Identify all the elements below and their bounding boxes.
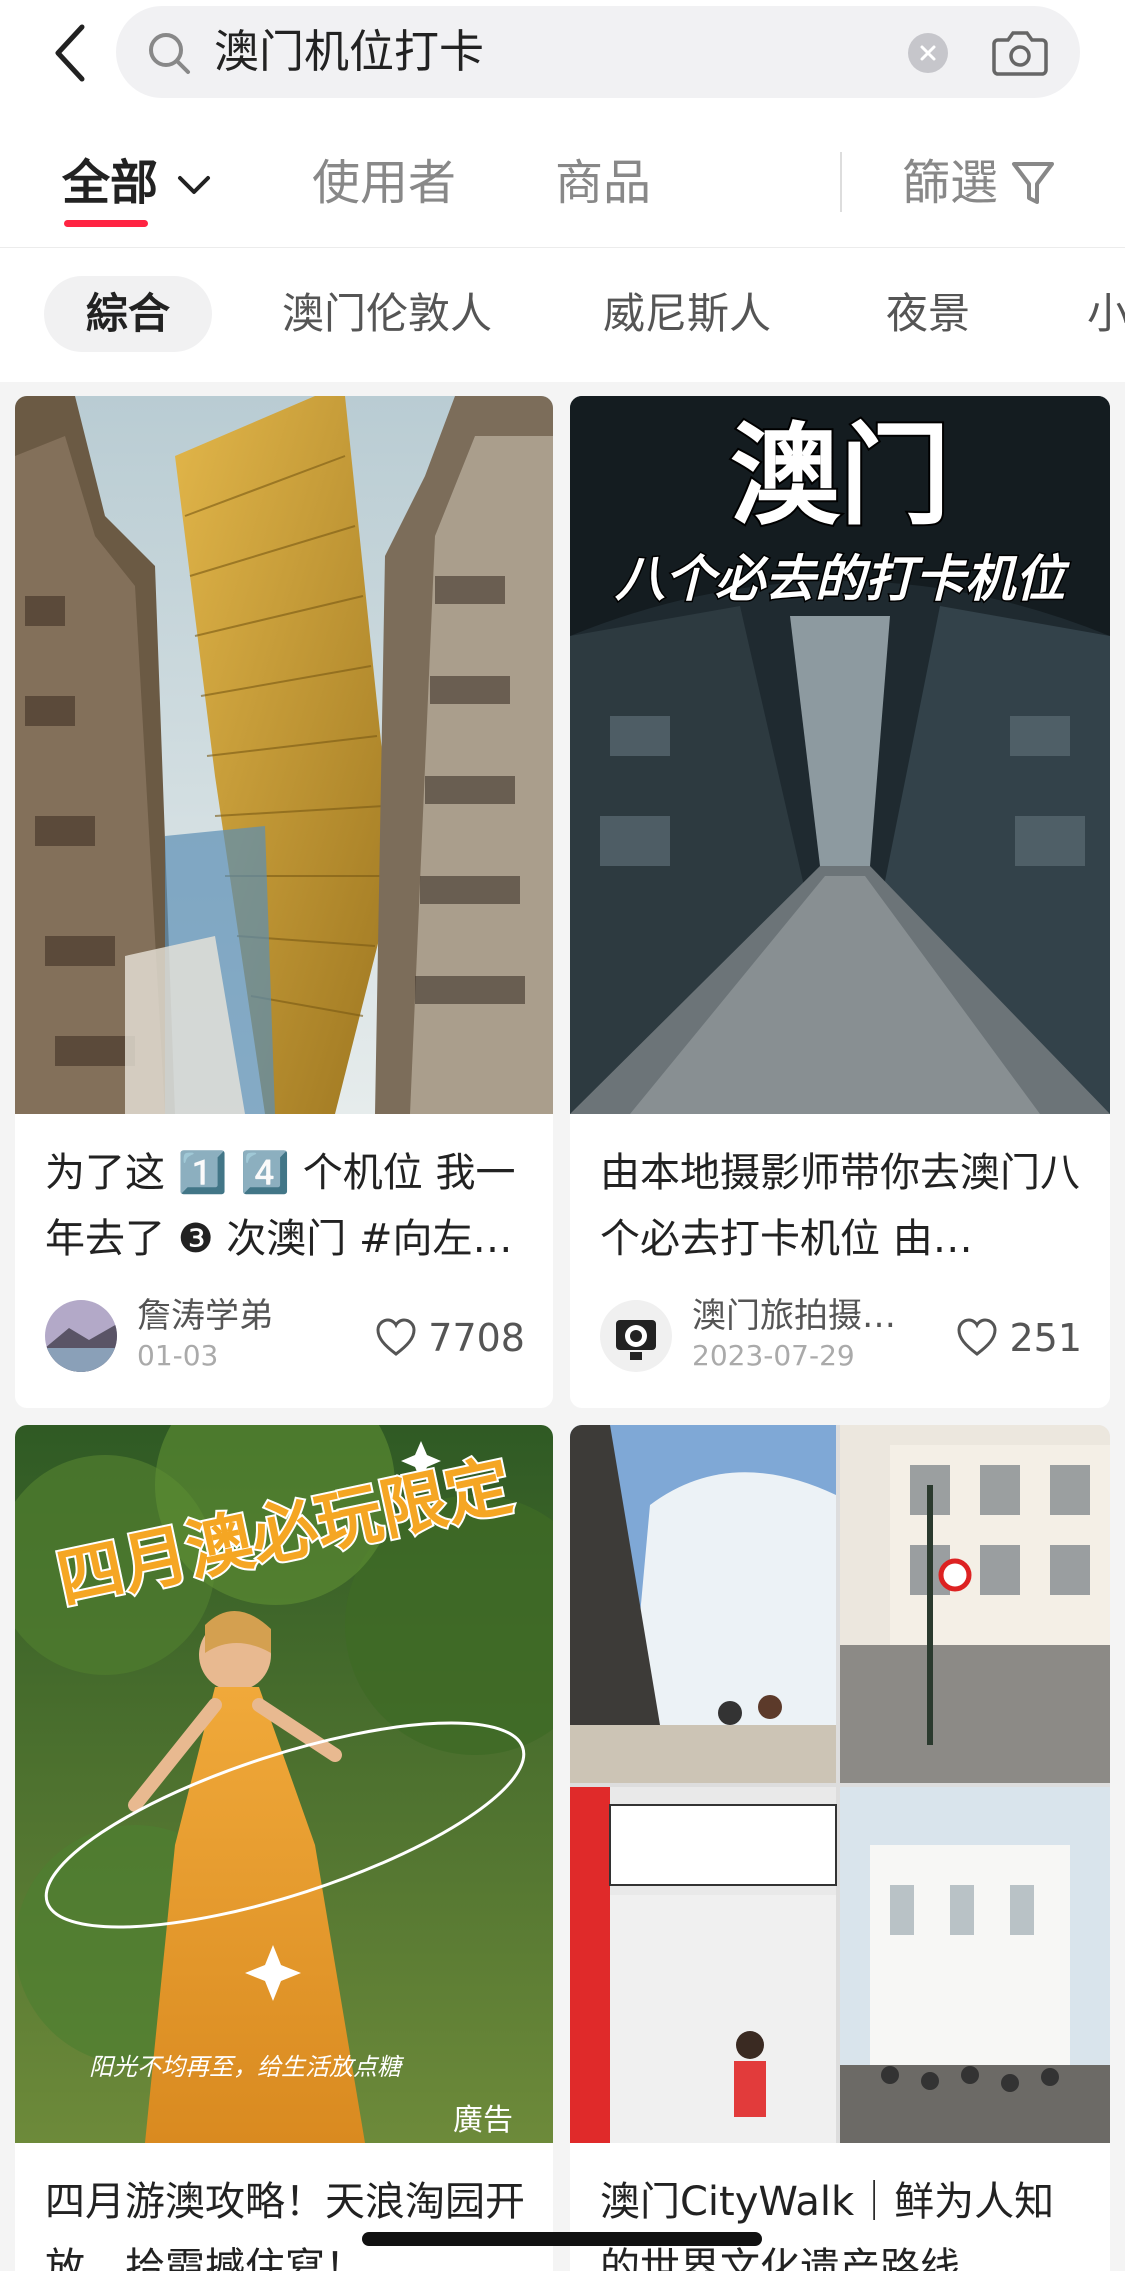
image-caption: 阳光不均再至，给生活放点糖 (89, 2053, 405, 2081)
card-meta: 澳门旅拍摄… 2023-07-29 251 (600, 1294, 1082, 1376)
back-button[interactable] (40, 18, 100, 88)
post-date: 2023-07-29 (692, 1339, 855, 1372)
chip-night-view[interactable]: 夜景 (886, 276, 970, 352)
ad-card[interactable]: 四月澳必玩限定 阳光不均再至，给生活放点糖 廣告 四月游澳攻略！天浪淘园开放，拾… (15, 1425, 553, 2271)
card-image (15, 396, 553, 1114)
card-image (570, 1425, 1110, 2143)
card-image: 澳门 八个必去的打卡机位 (570, 396, 1110, 1114)
chip-comprehensive[interactable]: 綜合 (44, 276, 213, 352)
filter-button[interactable]: 篩選 (902, 150, 998, 216)
like-button[interactable]: 251 (955, 1314, 1082, 1362)
tab-goods[interactable]: 商品 (555, 150, 651, 216)
card-title: 由本地摄影师带你去澳门八个必去打卡机位 由… (600, 1150, 1080, 1262)
home-indicator (362, 2232, 762, 2246)
card-title: 为了这 1️⃣ 4️⃣ 个机位 我一年去了 ❸ 次澳门 #向左… (45, 1150, 516, 1262)
like-button[interactable]: 7708 (374, 1314, 525, 1362)
note-card[interactable]: 澳门CityWalk｜鲜为人知的世界文化遗产路线 (570, 1425, 1110, 2271)
author-name[interactable]: 澳门旅拍摄… (692, 1294, 896, 1338)
card-title: 四月游澳攻略！天浪淘园开放，拾霞撼住寫！ (45, 2179, 525, 2271)
like-count: 7708 (428, 1316, 525, 1360)
card-title: 澳门CityWalk｜鲜为人知的世界文化遗产路线 (600, 2179, 1055, 2271)
back-arrow-icon (55, 24, 85, 82)
card-meta: 詹涛学弟 01-03 7708 (45, 1294, 525, 1376)
note-card[interactable]: 澳门 八个必去的打卡机位 由本地摄影师带你去澳门八个必去打卡机位 由… 澳门旅拍… (570, 396, 1110, 1408)
search-tabs: 全部 使用者 商品 篩選 (0, 120, 1125, 248)
tab-all[interactable]: 全部 (62, 150, 158, 216)
search-input[interactable]: 澳门机位打卡 (214, 22, 484, 82)
like-count: 251 (1009, 1316, 1082, 1360)
author-name[interactable]: 詹涛学弟 (137, 1294, 273, 1338)
topic-chips: 綜合 澳门伦敦人 威尼斯人 夜景 小 (0, 248, 1125, 382)
search-bar[interactable]: 澳门机位打卡 (116, 6, 1080, 98)
card-image: 四月澳必玩限定 阳光不均再至，给生活放点糖 (15, 1425, 553, 2143)
camera-icon[interactable] (992, 26, 1048, 78)
chevron-down-icon[interactable] (174, 164, 214, 204)
top-bar: 澳门机位打卡 (0, 0, 1125, 120)
avatar[interactable] (600, 1300, 672, 1372)
active-tab-indicator (64, 220, 148, 227)
search-icon (149, 33, 190, 74)
clear-icon[interactable] (908, 33, 948, 73)
tab-divider (840, 152, 842, 212)
chip-venetian[interactable]: 威尼斯人 (603, 276, 771, 352)
chip-london[interactable]: 澳门伦敦人 (282, 276, 492, 352)
image-headline: 澳门 (730, 412, 950, 540)
heart-icon (957, 1318, 997, 1356)
avatar[interactable] (45, 1300, 117, 1372)
post-date: 01-03 (137, 1339, 219, 1372)
heart-icon (376, 1318, 416, 1356)
ad-badge: 廣告 (453, 2103, 513, 2138)
tab-users[interactable]: 使用者 (312, 150, 456, 216)
note-card[interactable]: 为了这 1️⃣ 4️⃣ 个机位 我一年去了 ❸ 次澳门 #向左… 詹涛学弟 01… (15, 396, 553, 1408)
image-subline: 八个必去的打卡机位 (615, 550, 1070, 608)
filter-icon[interactable] (1010, 158, 1056, 208)
chip-more[interactable]: 小 (1087, 276, 1125, 352)
